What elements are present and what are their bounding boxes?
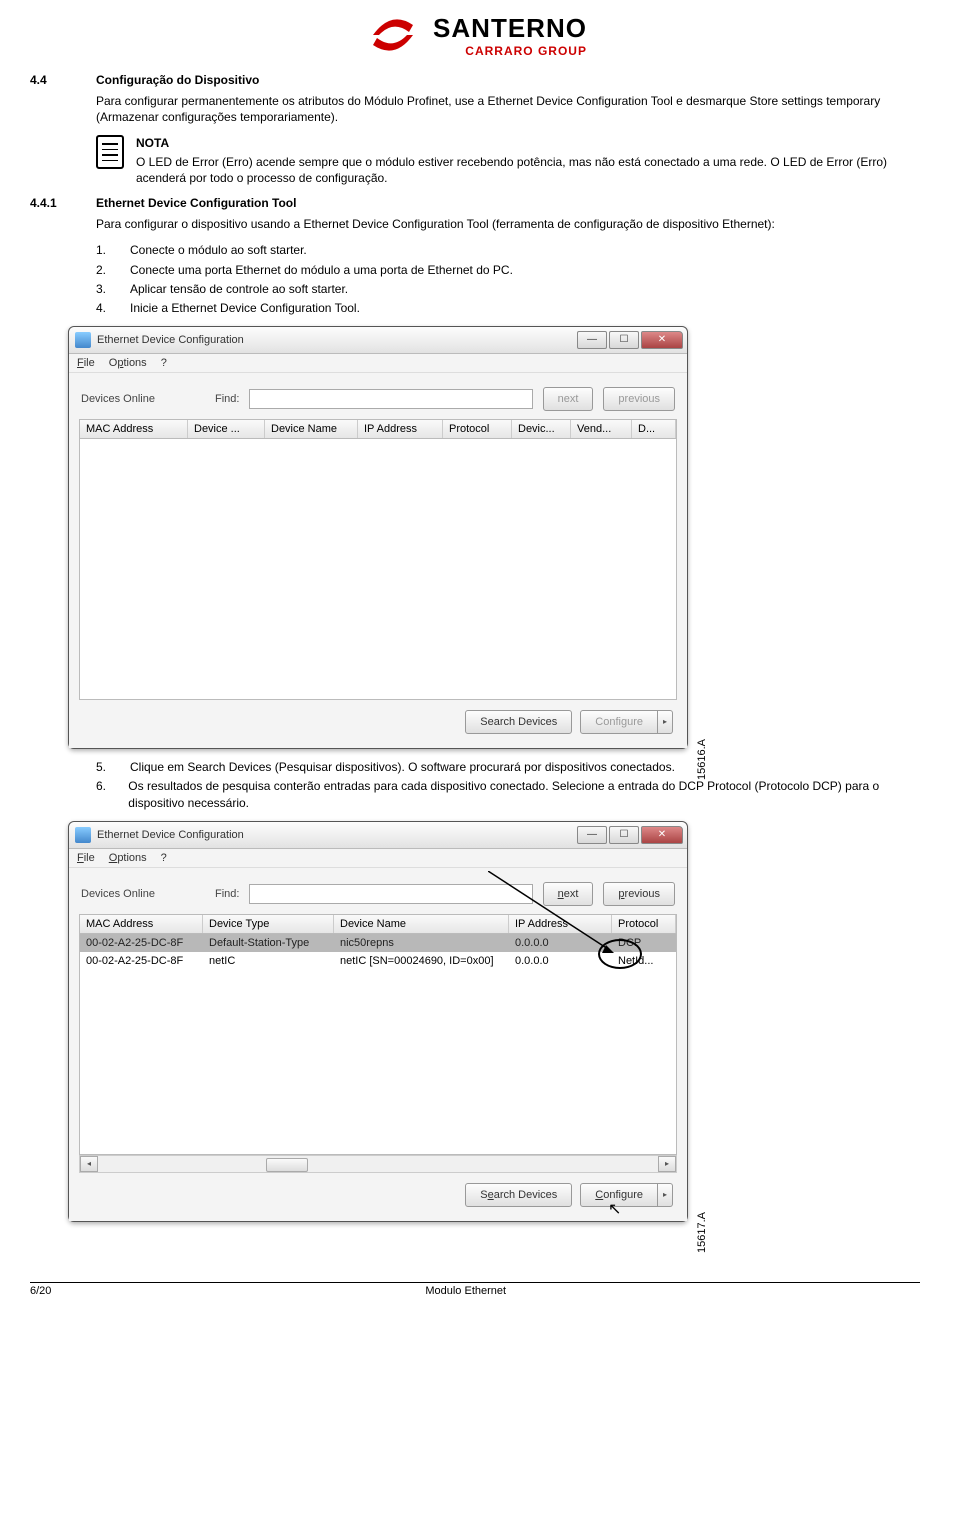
col-mac[interactable]: MAC Address <box>80 915 203 933</box>
col-proto[interactable]: Protocol <box>443 420 512 438</box>
step-text: Clique em Search Devices (Pesquisar disp… <box>130 759 675 776</box>
screenshot-1: Ethernet Device Configuration — ☐ ✕ File… <box>68 326 688 749</box>
col-devname[interactable]: Device Name <box>265 420 358 438</box>
grid-header: MAC Address Device Type Device Name IP A… <box>79 914 677 934</box>
grid-body: 00-02-A2-25-DC-8F Default-Station-Type n… <box>79 934 677 1155</box>
note-icon <box>96 135 124 169</box>
step-text: Os resultados de pesquisa conterão entra… <box>128 778 920 813</box>
step-text: Aplicar tensão de controle ao soft start… <box>130 281 348 298</box>
col-devtype[interactable]: Device Type <box>203 915 334 933</box>
horizontal-scrollbar[interactable]: ◂ ▸ <box>79 1155 677 1173</box>
window-titlebar[interactable]: Ethernet Device Configuration — ☐ ✕ <box>69 327 687 354</box>
find-input[interactable] <box>249 884 532 904</box>
grid-body-empty <box>79 439 677 700</box>
next-button[interactable]: next <box>543 882 594 906</box>
cell-name: nic50repns <box>334 934 509 952</box>
close-button[interactable]: ✕ <box>641 826 683 844</box>
annotation-circle-icon <box>598 939 642 969</box>
menu-options[interactable]: Options <box>109 852 147 864</box>
app-icon <box>75 332 91 348</box>
note-block: NOTA O LED de Error (Erro) acende sempre… <box>96 135 920 186</box>
cell-type: Default-Station-Type <box>203 934 334 952</box>
step-text: Conecte o módulo ao soft starter. <box>130 242 307 259</box>
col-vend[interactable]: Vend... <box>571 420 632 438</box>
configure-dropdown-icon[interactable]: ▸ <box>658 1183 673 1207</box>
section-intro: Para configurar permanentemente os atrib… <box>96 93 920 125</box>
window-titlebar[interactable]: Ethernet Device Configuration — ☐ ✕ <box>69 822 687 849</box>
minimize-button[interactable]: — <box>577 331 607 349</box>
scroll-right-icon[interactable]: ▸ <box>658 1156 676 1172</box>
col-devname[interactable]: Device Name <box>334 915 509 933</box>
step-num: 2. <box>96 262 114 279</box>
maximize-button[interactable]: ☐ <box>609 826 639 844</box>
close-button[interactable]: ✕ <box>641 331 683 349</box>
configure-dropdown-icon[interactable]: ▸ <box>658 710 673 734</box>
logo-name: SANTERNO <box>433 13 587 44</box>
page-number: 6/20 <box>30 1285 51 1297</box>
configure-button[interactable]: Configure <box>580 710 658 734</box>
logo-subtitle: CARRARO GROUP <box>433 44 587 58</box>
col-device[interactable]: Device ... <box>188 420 265 438</box>
table-row[interactable]: 00-02-A2-25-DC-8F Default-Station-Type n… <box>80 934 676 952</box>
window-title: Ethernet Device Configuration <box>97 334 577 346</box>
col-d[interactable]: D... <box>632 420 676 438</box>
figure-id: 15616.A <box>696 739 708 780</box>
devices-online-label: Devices Online <box>81 888 155 900</box>
brand-logo: SANTERNO CARRARO GROUP <box>30 10 920 63</box>
note-body: O LED de Error (Erro) acende sempre que … <box>136 155 887 185</box>
section-number: 4.4 <box>30 73 76 87</box>
col-ip[interactable]: IP Address <box>358 420 443 438</box>
subsection-title: Ethernet Device Configuration Tool <box>96 196 296 210</box>
minimize-button[interactable]: — <box>577 826 607 844</box>
table-row[interactable]: 00-02-A2-25-DC-8F netIC netIC [SN=000246… <box>80 952 676 970</box>
menu-help[interactable]: ? <box>161 852 167 864</box>
menu-file[interactable]: File <box>77 357 95 369</box>
cell-mac: 00-02-A2-25-DC-8F <box>80 934 203 952</box>
scroll-left-icon[interactable]: ◂ <box>80 1156 98 1172</box>
col-devic[interactable]: Devic... <box>512 420 571 438</box>
col-proto[interactable]: Protocol <box>612 915 676 933</box>
devices-online-label: Devices Online <box>81 393 155 405</box>
menu-help[interactable]: ? <box>161 357 167 369</box>
cell-ip: 0.0.0.0 <box>509 952 612 970</box>
cell-ip: 0.0.0.0 <box>509 934 612 952</box>
step-num: 6. <box>96 778 112 813</box>
previous-button[interactable]: previous <box>603 387 675 411</box>
cell-name: netIC [SN=00024690, ID=0x00] <box>334 952 509 970</box>
step-num: 4. <box>96 300 114 317</box>
window-title: Ethernet Device Configuration <box>97 829 577 841</box>
menu-options[interactable]: Options <box>109 357 147 369</box>
next-button[interactable]: next <box>543 387 594 411</box>
step-text: Conecte uma porta Ethernet do módulo a u… <box>130 262 513 279</box>
step-num: 3. <box>96 281 114 298</box>
find-label: Find: <box>215 393 239 405</box>
step-num: 5. <box>96 759 114 776</box>
step-num: 1. <box>96 242 114 259</box>
maximize-button[interactable]: ☐ <box>609 331 639 349</box>
screenshot-2: Ethernet Device Configuration — ☐ ✕ File… <box>68 821 688 1222</box>
cell-type: netIC <box>203 952 334 970</box>
find-label: Find: <box>215 888 239 900</box>
search-devices-button[interactable]: Search Devices <box>465 710 572 734</box>
previous-button[interactable]: previous <box>603 882 675 906</box>
col-mac[interactable]: MAC Address <box>80 420 188 438</box>
logo-mark-icon <box>363 10 423 60</box>
subsection-intro: Para configurar o dispositivo usando a E… <box>96 216 920 232</box>
col-ip[interactable]: IP Address <box>509 915 612 933</box>
menu-file[interactable]: File <box>77 852 95 864</box>
note-heading: NOTA <box>136 135 920 151</box>
scroll-thumb[interactable] <box>266 1158 308 1172</box>
cell-mac: 00-02-A2-25-DC-8F <box>80 952 203 970</box>
app-icon <box>75 827 91 843</box>
subsection-number: 4.4.1 <box>30 196 76 210</box>
search-devices-button[interactable]: Search Devices <box>465 1183 572 1207</box>
cursor-pointer-icon: ↖ <box>608 1199 621 1219</box>
grid-header: MAC Address Device ... Device Name IP Ad… <box>79 419 677 439</box>
find-input[interactable] <box>249 389 532 409</box>
footer-title: Modulo Ethernet <box>425 1285 506 1297</box>
section-title: Configuração do Dispositivo <box>96 73 259 87</box>
figure-id: 15617.A <box>696 1212 708 1253</box>
step-text: Inicie a Ethernet Device Configuration T… <box>130 300 360 317</box>
